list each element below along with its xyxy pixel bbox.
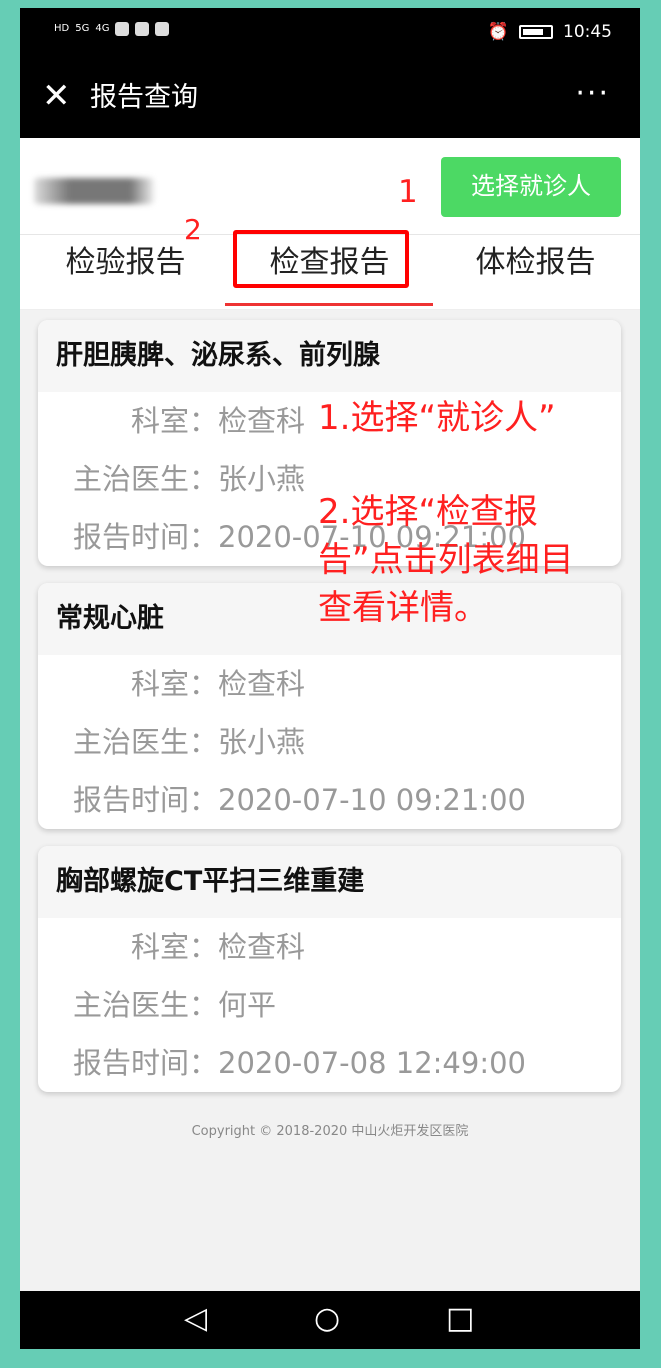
- annotation-note-2-line-2: 告”点击列表细目: [318, 540, 574, 580]
- page-title: 报告查询: [90, 82, 198, 113]
- dept-label: 科室：: [130, 404, 218, 438]
- annotation-number-2: 2: [184, 213, 202, 246]
- doctor-label: 主治医生：: [72, 462, 218, 496]
- status-right: ⏰ 10:45: [488, 22, 612, 42]
- report-title: 肝胆胰脾、泌尿系、前列腺: [38, 320, 621, 392]
- dept-row: 科室：检查科: [38, 655, 621, 713]
- home-icon[interactable]: ○: [314, 1299, 340, 1339]
- doctor-value: 张小燕: [218, 725, 306, 759]
- doctor-value: 何平: [218, 988, 277, 1022]
- time-row: 报告时间：2020-07-08 12:49:00: [38, 1034, 621, 1092]
- doctor-row: 主治医生：张小燕: [38, 713, 621, 771]
- app-notification-icon: [155, 22, 170, 36]
- doctor-row: 主治医生：何平: [38, 976, 621, 1034]
- dept-label: 科室：: [130, 667, 218, 701]
- patient-name-blurred: [34, 178, 154, 204]
- report-list: 肝胆胰脾、泌尿系、前列腺 科室：检查科 主治医生：张小燕 报告时间：2020-0…: [20, 310, 640, 1291]
- annotation-note-2-line-3: 查看详情。: [318, 588, 488, 628]
- time-label: 报告时间：: [72, 783, 218, 817]
- time-value: 2020-07-08 12:49:00: [218, 1046, 526, 1080]
- annotation-highlight-box: [233, 230, 409, 288]
- report-card[interactable]: 胸部螺旋CT平扫三维重建 科室：检查科 主治医生：何平 报告时间：2020-07…: [38, 846, 621, 1092]
- active-tab-indicator: [225, 303, 433, 306]
- dept-value: 检查科: [218, 404, 306, 438]
- time-label: 报告时间：: [72, 520, 218, 554]
- dept-row: 科室：检查科: [38, 918, 621, 976]
- doctor-label: 主治医生：: [72, 988, 218, 1022]
- annotation-note-1: 1.选择“就诊人”: [318, 398, 556, 438]
- time-value: 2020-07-10 09:21:00: [218, 783, 526, 817]
- app-notification-icon: [135, 22, 150, 36]
- patient-bar: 1 选择就诊人: [20, 138, 640, 235]
- dept-value: 检查科: [218, 930, 306, 964]
- status-bar: HD 5G 4G ⏰ 10:45: [20, 8, 640, 58]
- clock: 10:45: [563, 22, 612, 42]
- doctor-label: 主治医生：: [72, 725, 218, 759]
- time-label: 报告时间：: [72, 1046, 218, 1080]
- system-nav-bar: ◁ ○ □: [20, 1291, 640, 1349]
- copyright-footer: Copyright © 2018-2020 中山火炬开发区医院: [191, 1124, 469, 1139]
- more-menu-icon[interactable]: ···: [575, 76, 610, 112]
- time-row: 报告时间：2020-07-10 09:21:00: [38, 771, 621, 829]
- signal-4g-icon: 4G: [95, 23, 110, 34]
- back-icon[interactable]: ◁: [184, 1299, 207, 1339]
- doctor-value: 张小燕: [218, 462, 306, 496]
- report-title: 胸部螺旋CT平扫三维重建: [38, 846, 621, 918]
- phone-screen: HD 5G 4G ⏰ 10:45 ✕ 报告查询 ··· 1 选择就诊人 检验报告…: [20, 8, 640, 1349]
- status-icons: HD 5G 4G: [54, 22, 170, 36]
- app-notification-icon: [115, 22, 130, 36]
- select-patient-button[interactable]: 选择就诊人: [441, 157, 621, 217]
- annotation-note-2-line-1: 2.选择“检查报: [318, 492, 539, 532]
- recent-apps-icon[interactable]: □: [446, 1299, 474, 1339]
- signal-5g-icon: 5G: [75, 23, 90, 34]
- tab-lab-report[interactable]: 检验报告: [58, 243, 193, 283]
- tab-physical-report[interactable]: 体检报告: [468, 243, 603, 283]
- hd-icon: HD: [54, 23, 70, 34]
- battery-icon: [519, 25, 553, 39]
- dept-value: 检查科: [218, 667, 306, 701]
- close-icon[interactable]: ✕: [42, 76, 71, 116]
- dept-label: 科室：: [130, 930, 218, 964]
- title-bar: ✕ 报告查询 ···: [20, 58, 640, 138]
- alarm-icon: ⏰: [487, 22, 509, 42]
- annotation-number-1: 1: [398, 174, 418, 210]
